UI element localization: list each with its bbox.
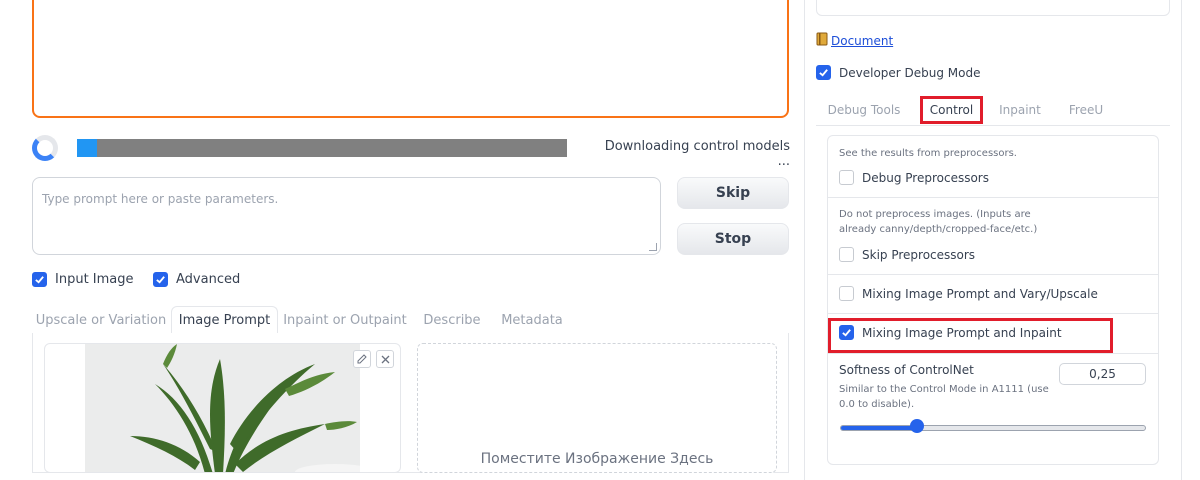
- advanced-option[interactable]: Advanced: [153, 272, 240, 287]
- divider: [828, 313, 1158, 314]
- stop-button[interactable]: Stop: [677, 223, 789, 255]
- skip-button[interactable]: Skip: [677, 177, 789, 209]
- softness-label: Softness of ControlNet: [839, 363, 974, 377]
- image-drop-zone[interactable]: Поместите Изображение Здесь: [417, 343, 777, 473]
- debug-preprocessors-label: Debug Preprocessors: [862, 170, 989, 185]
- debug-tabs: Debug Tools Control Inpaint FreeU: [816, 96, 1170, 126]
- advanced-checkbox[interactable]: [153, 272, 168, 287]
- debug-preprocessors-hint: See the results from preprocessors.: [839, 148, 1017, 159]
- document-link[interactable]: Document: [831, 34, 893, 48]
- advanced-label: Advanced: [176, 272, 241, 287]
- uploaded-image: [85, 344, 375, 472]
- tab-freeu[interactable]: FreeU: [1059, 96, 1113, 124]
- progress-text: Downloading control models ...: [604, 139, 790, 169]
- softness-slider-fill: [841, 426, 917, 430]
- mix-vary-option[interactable]: Mixing Image Prompt and Vary/Upscale: [839, 286, 1098, 301]
- tab-describe[interactable]: Describe: [416, 306, 488, 334]
- skip-preprocessors-label: Skip Preprocessors: [862, 247, 976, 262]
- prompt-placeholder: Type prompt here or paste parameters.: [42, 192, 279, 206]
- resize-handle-icon[interactable]: [649, 243, 657, 251]
- input-image-checkbox[interactable]: [32, 272, 47, 287]
- settings-top-field[interactable]: [816, 0, 1170, 16]
- tab-image-prompt[interactable]: Image Prompt: [171, 306, 278, 334]
- developer-debug-option[interactable]: Developer Debug Mode: [816, 65, 981, 80]
- input-image-label: Input Image: [55, 272, 134, 287]
- softness-slider[interactable]: [840, 425, 1146, 431]
- mix-vary-label: Mixing Image Prompt and Vary/Upscale: [862, 286, 1098, 301]
- progress-fill: [77, 139, 97, 157]
- softness-number-input[interactable]: 0,25: [1059, 363, 1146, 385]
- tab-control[interactable]: Control: [920, 96, 983, 124]
- softness-hint: Similar to the Control Mode in A1111 (us…: [839, 384, 1049, 410]
- softness-slider-thumb[interactable]: [909, 419, 924, 433]
- highlight-mix-inpaint: [828, 318, 1113, 353]
- tab-inpaint-or-outpaint[interactable]: Inpaint or Outpaint: [281, 306, 409, 334]
- tab-upscale-or-variation[interactable]: Upscale or Variation: [32, 306, 170, 334]
- image-prompt-slot[interactable]: [44, 343, 401, 473]
- developer-debug-label: Developer Debug Mode: [839, 65, 981, 80]
- document-link-row[interactable]: Document: [816, 32, 893, 49]
- tab-metadata[interactable]: Metadata: [496, 306, 568, 334]
- tab-inpaint[interactable]: Inpaint: [991, 96, 1049, 124]
- loading-spinner-icon: [32, 135, 58, 161]
- skip-preprocessors-option[interactable]: Skip Preprocessors: [839, 247, 975, 262]
- debug-preprocessors-checkbox[interactable]: [839, 170, 854, 185]
- divider: [828, 197, 1158, 198]
- developer-debug-checkbox[interactable]: [816, 65, 831, 80]
- tab-debug-tools[interactable]: Debug Tools: [822, 96, 906, 124]
- close-icon[interactable]: [376, 350, 394, 368]
- pencil-icon[interactable]: [353, 350, 371, 368]
- progress-bar: [77, 139, 567, 157]
- divider: [828, 274, 1158, 275]
- gallery-output: [32, 0, 789, 118]
- skip-preprocessors-checkbox[interactable]: [839, 247, 854, 262]
- prompt-input[interactable]: Type prompt here or paste parameters.: [32, 177, 661, 255]
- skip-preprocessors-hint: Do not preprocess images. (Inputs are al…: [839, 209, 1038, 235]
- input-image-option[interactable]: Input Image: [32, 272, 134, 287]
- debug-preprocessors-option[interactable]: Debug Preprocessors: [839, 170, 989, 185]
- input-tabs: Upscale or Variation Image Prompt Inpain…: [32, 306, 789, 334]
- divider: [828, 353, 1158, 354]
- book-icon: [816, 32, 828, 49]
- drop-zone-text: Поместите Изображение Здесь: [480, 451, 714, 467]
- mix-vary-checkbox[interactable]: [839, 286, 854, 301]
